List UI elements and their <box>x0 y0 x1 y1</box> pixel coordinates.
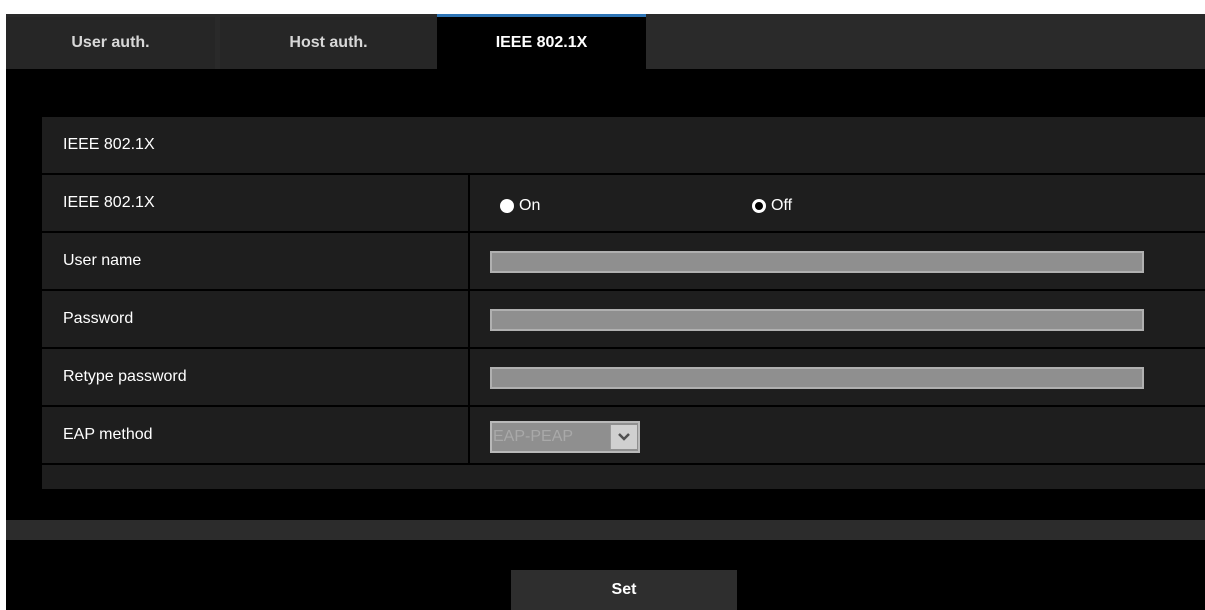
set-button[interactable]: Set <box>511 570 737 610</box>
ieee-row: IEEE 802.1X On Off <box>42 175 1205 233</box>
section-divider <box>6 520 1205 540</box>
eap-method-select[interactable]: EAP-PEAP <box>490 421 640 453</box>
eap-method-row: EAP method EAP-PEAP <box>42 407 1205 465</box>
settings-frame: User auth. Host auth. IEEE 802.1X IEEE 8… <box>6 14 1205 610</box>
retype-password-field[interactable] <box>490 367 1144 389</box>
user-name-row: User name <box>42 233 1205 291</box>
ieee-value-cell: On Off <box>468 175 1205 231</box>
eap-method-value: EAP-PEAP <box>493 428 574 445</box>
eap-method-label: EAP method <box>63 426 153 443</box>
eap-method-value-cell: EAP-PEAP <box>468 407 1205 463</box>
retype-password-label: Retype password <box>63 368 187 385</box>
password-label: Password <box>63 310 134 327</box>
tab-host-auth[interactable]: Host auth. <box>220 17 437 69</box>
ieee-off-label: Off <box>771 197 793 214</box>
ieee-settings-panel: IEEE 802.1X IEEE 802.1X On Off User name <box>42 117 1205 489</box>
password-row: Password <box>42 291 1205 349</box>
user-name-label: User name <box>63 252 142 269</box>
section-header-row: IEEE 802.1X <box>42 117 1205 175</box>
retype-password-row: Retype password <box>42 349 1205 407</box>
retype-password-value-cell <box>468 349 1205 405</box>
user-name-field[interactable] <box>490 251 1144 273</box>
ieee-on-radio[interactable]: On <box>500 197 540 215</box>
ieee-on-label: On <box>519 197 541 214</box>
tab-bar: User auth. Host auth. IEEE 802.1X <box>6 14 1205 69</box>
radio-unchecked-icon <box>500 199 514 213</box>
ieee-off-radio[interactable]: Off <box>752 197 792 215</box>
section-title: IEEE 802.1X <box>63 136 155 153</box>
tab-user-auth[interactable]: User auth. <box>6 17 215 69</box>
ieee-label: IEEE 802.1X <box>63 194 155 211</box>
tab-ieee-8021x[interactable]: IEEE 802.1X <box>437 14 646 69</box>
password-value-cell <box>468 291 1205 347</box>
user-name-value-cell <box>468 233 1205 289</box>
chevron-down-icon[interactable] <box>610 425 637 449</box>
password-field[interactable] <box>490 309 1144 331</box>
radio-checked-icon <box>752 199 766 213</box>
